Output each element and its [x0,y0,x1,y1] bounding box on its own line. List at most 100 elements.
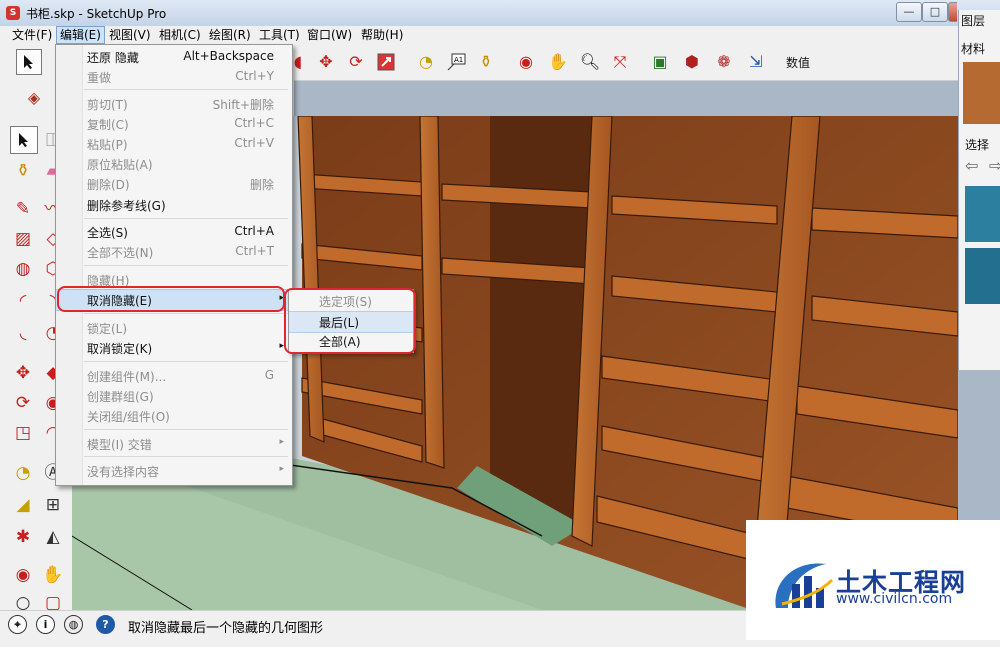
select-tab-label[interactable]: 选择 [965,136,989,153]
palette-line-icon[interactable]: ✎ [10,196,36,222]
highlight-ring-unhide [57,286,285,312]
menu-item-delete[interactable]: 删除(D) 删除 [56,174,292,194]
palette-protractor-icon[interactable]: ◢ [10,492,36,518]
submenu-arrow-icon: ▸ [279,437,284,447]
menu-item-no-selection[interactable]: 没有选择内容 ▸ [56,461,292,481]
dimension-tool-icon[interactable]: A1 [444,50,468,74]
menu-edit[interactable]: 编辑(E) [56,26,105,44]
close-button[interactable] [948,2,957,22]
maximize-button[interactable]: □ [922,2,948,22]
menu-file[interactable]: 文件(F) [9,27,55,43]
palette-rectangle-icon[interactable]: ▨ [10,226,36,252]
menu-item-label: 剪切(T) [87,98,128,112]
user-account-icon[interactable]: ◍ [64,615,83,634]
palette-circle-icon[interactable]: ◍ [10,256,36,282]
menu-item-label: 没有选择内容 [87,465,160,479]
paint-bucket-icon[interactable]: ⚱ [474,50,498,74]
material-swatch-water-2[interactable] [965,248,1000,304]
status-message: 取消隐藏最后一个隐藏的几何图形 [128,621,324,636]
watermark-logo-icon [775,563,834,608]
menu-separator [84,89,288,90]
menu-help[interactable]: 帮助(H) [358,27,406,43]
pan-hand-icon[interactable]: ✋ [546,50,570,74]
menu-item-label: 粘贴(P) [87,138,128,152]
palette-scale-icon[interactable]: ◳ [10,420,36,446]
menu-item-make-component[interactable]: 创建组件(M)... G [56,366,292,386]
material-swatch-water-1[interactable] [965,186,1000,242]
zoom-extents-icon[interactable]: ⤧ [608,50,632,74]
material-swatch-wood[interactable] [963,62,1000,124]
palette-select-icon[interactable] [10,126,38,154]
menu-item-label: 全选(S) [87,226,128,240]
menu-window[interactable]: 窗口(W) [304,27,355,43]
palette-dimension-icon[interactable]: ⊞ [40,492,66,518]
menu-item-paste[interactable]: 粘贴(P) Ctrl+V [56,134,292,154]
menu-item-select-all[interactable]: 全选(S) Ctrl+A [56,222,292,242]
menu-item-shortcut: Ctrl+Y [235,69,274,83]
menu-item-undo-hide[interactable]: 还原 隐藏 Alt+Backspace [56,47,292,67]
components-icon[interactable]: ❁ [712,50,736,74]
palette-3pt-arc-icon[interactable]: ◟ [10,320,36,346]
layers-panel-title[interactable]: 图层 [961,12,985,29]
menu-item-shortcut: G [264,368,274,382]
zoom-tool-icon[interactable]: 🔍︎ [578,50,602,74]
menu-item-redo[interactable]: 重做 Ctrl+Y [56,67,292,87]
warehouse-icon[interactable]: ⬢ [680,50,704,74]
menu-camera[interactable]: 相机(C) [156,27,204,43]
menu-item-paste-in-place[interactable]: 原位粘贴(A) [56,154,292,174]
eraser-style-icon[interactable]: ◈ [22,86,46,110]
menu-item-intersect[interactable]: 模型(I) 交错 ▸ [56,434,292,454]
help-icon[interactable]: ? [96,615,115,634]
palette-tape-icon[interactable]: ◔ [10,460,36,486]
menu-view[interactable]: 视图(V) [106,27,154,43]
palette-rotate-icon[interactable]: ⟳ [10,390,36,416]
palette-orbit-icon[interactable]: ◉ [10,562,36,588]
palette-3dtext-icon[interactable]: ◭ [40,524,66,550]
highlight-ring-submenu [284,288,416,354]
materials-panel-title[interactable]: 材料 [961,40,985,57]
move-tool-icon[interactable]: ✥ [314,50,338,74]
refresh-rotate-icon[interactable]: ⟳ [344,50,368,74]
menu-tools[interactable]: 工具(T) [256,27,303,43]
window-title: 书柜.skp - SketchUp Pro [26,7,167,21]
edit-dropdown-menu: 还原 隐藏 Alt+Backspace 重做 Ctrl+Y 剪切(T) Shif… [55,44,293,486]
menu-item-unlock[interactable]: 取消锁定(K) ▸ [56,338,292,358]
palette-pan-icon[interactable]: ✋ [40,562,66,588]
geolocation-icon[interactable]: ⌖ [8,615,27,634]
submenu-arrow-icon: ▸ [279,464,284,474]
menu-item-select-none[interactable]: 全部不选(N) Ctrl+T [56,242,292,262]
menu-separator [84,265,288,266]
menu-bar: 文件(F) 编辑(E) 视图(V) 相机(C) 绘图(R) 工具(T) 窗口(W… [0,26,958,45]
palette-move-icon[interactable]: ✥ [10,360,36,386]
menu-item-label: 还原 隐藏 [87,51,139,65]
menu-item-shortcut: Ctrl+T [235,244,274,258]
tape-measure-icon[interactable]: ◔ [414,50,438,74]
credits-info-icon[interactable]: i [36,615,55,634]
menu-item-lock[interactable]: 锁定(L) [56,318,292,338]
orbit-tool-icon[interactable]: ◉ [514,50,538,74]
menu-draw[interactable]: 绘图(R) [206,27,254,43]
select-tool-icon[interactable] [16,49,42,75]
menu-item-close-group[interactable]: 关闭组/组件(O) [56,406,292,426]
menu-item-label: 取消锁定(K) [87,342,153,356]
back-arrow-icon[interactable]: ⇦ [965,156,978,175]
svg-text:A1: A1 [454,56,463,64]
palette-arc-icon[interactable]: ◜ [10,288,36,314]
sketchup-app-icon[interactable]: S [6,6,20,20]
menu-separator [84,456,288,457]
menu-item-delete-guides[interactable]: 删除参考线(G) [56,195,292,215]
menu-item-shortcut: Ctrl+V [234,136,274,150]
menu-item-copy[interactable]: 复制(C) Ctrl+C [56,114,292,134]
map-location-icon[interactable]: ▣ [648,50,672,74]
minimize-button[interactable]: — [896,2,922,22]
palette-paint-icon[interactable]: ⚱ [10,158,36,184]
menu-item-cut[interactable]: 剪切(T) Shift+删除 [56,94,292,114]
export-icon[interactable]: ⇲ [744,50,768,74]
forward-arrow-icon[interactable]: ⇨ [989,156,1000,175]
menu-separator [84,313,288,314]
menu-item-make-group[interactable]: 创建群组(G) [56,386,292,406]
menu-item-label: 创建群组(G) [87,390,154,404]
scale-tool-icon[interactable] [374,50,398,74]
palette-axes-icon[interactable]: ✱ [10,524,36,550]
menu-item-shortcut: Ctrl+A [234,224,274,238]
